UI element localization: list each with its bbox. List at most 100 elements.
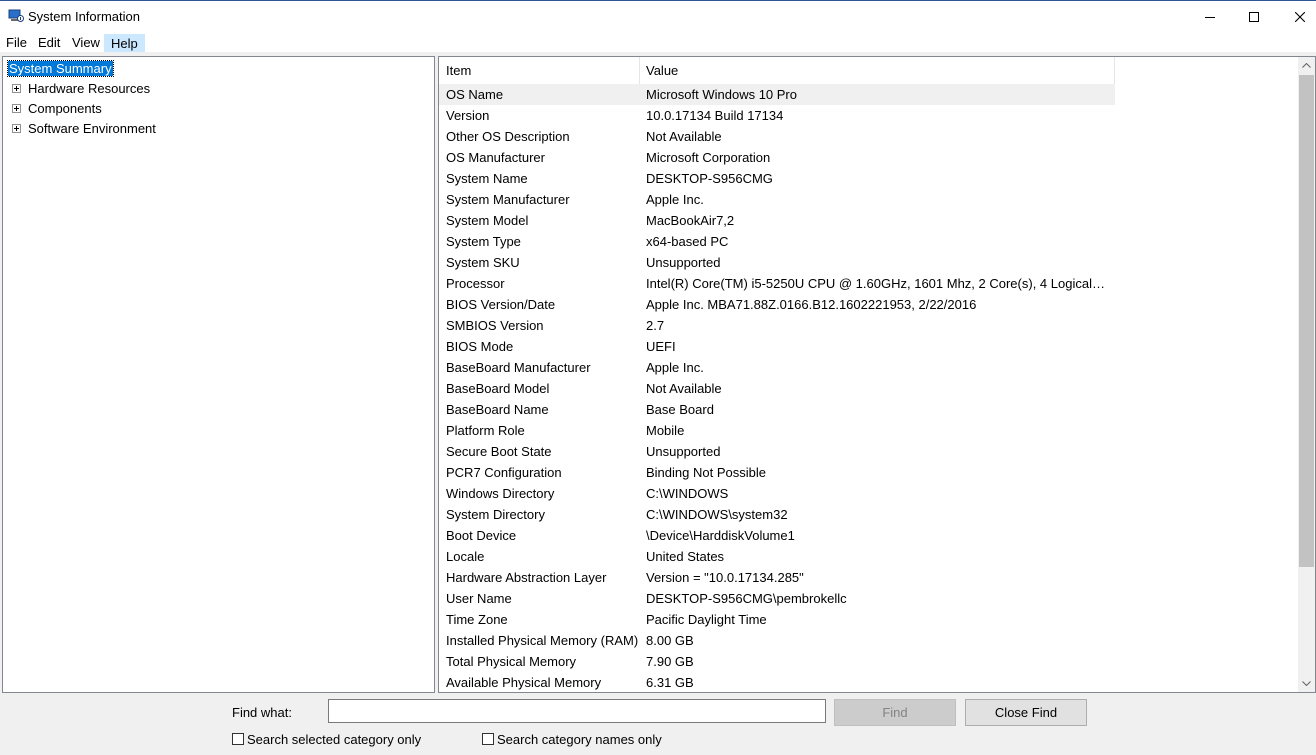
scroll-down-button[interactable] — [1298, 675, 1315, 692]
scroll-up-button[interactable] — [1298, 57, 1315, 74]
column-header-item[interactable]: Item — [446, 63, 471, 78]
table-row[interactable]: System Manufacturer Apple Inc. — [439, 189, 1115, 210]
menu-edit[interactable]: Edit — [32, 34, 66, 52]
chevron-up-icon — [1302, 63, 1311, 68]
find-what-label: Find what: — [232, 705, 292, 720]
category-tree[interactable]: System Summary Hardware Resources Compon… — [2, 56, 435, 693]
cell-value: Unsupported — [646, 255, 721, 270]
cell-item: BIOS Mode — [446, 339, 514, 354]
close-icon — [1295, 11, 1305, 22]
cell-value: Apple Inc. — [646, 192, 704, 207]
menu-help[interactable]: Help — [104, 34, 145, 52]
table-row[interactable]: SMBIOS Version 2.7 — [439, 315, 1115, 336]
cell-item: OS Manufacturer — [446, 150, 545, 165]
vertical-scrollbar[interactable] — [1298, 57, 1315, 692]
cell-item: Secure Boot State — [446, 444, 552, 459]
cell-item: SMBIOS Version — [446, 318, 544, 333]
tree-item-system-summary[interactable]: System Summary — [7, 60, 114, 78]
table-row[interactable]: System Model MacBookAir7,2 — [439, 210, 1115, 231]
maximize-button[interactable] — [1231, 1, 1277, 32]
cell-value: Not Available — [646, 381, 722, 396]
details-list[interactable]: Item Value OS Name Microsoft Windows 10 P… — [438, 56, 1316, 693]
search-category-names-checkbox[interactable]: Search category names only — [482, 731, 662, 747]
maximize-icon — [1249, 11, 1259, 22]
column-header-value[interactable]: Value — [646, 63, 678, 78]
table-row[interactable]: Processor Intel(R) Core(TM) i5-5250U CPU … — [439, 273, 1115, 294]
cell-item: BaseBoard Model — [446, 381, 550, 396]
table-row[interactable]: Version 10.0.17134 Build 17134 — [439, 105, 1115, 126]
cell-item: OS Name — [446, 87, 504, 102]
cell-value: Base Board — [646, 402, 714, 417]
checkbox-label: Search category names only — [497, 731, 662, 747]
list-header: Item Value — [439, 57, 1115, 85]
find-button[interactable]: Find — [834, 699, 956, 726]
table-row[interactable]: OS Name Microsoft Windows 10 Pro — [439, 84, 1115, 105]
table-row[interactable]: System Directory C:\WINDOWS\system32 — [439, 504, 1115, 525]
minimize-button[interactable] — [1187, 1, 1233, 32]
table-row[interactable]: User Name DESKTOP-S956CMG\pembrokellc — [439, 588, 1115, 609]
menu-view[interactable]: View — [66, 34, 106, 52]
table-row[interactable]: Windows Directory C:\WINDOWS — [439, 483, 1115, 504]
column-divider[interactable] — [639, 57, 640, 84]
table-row[interactable]: Platform Role Mobile — [439, 420, 1115, 441]
expand-plus-icon[interactable] — [12, 104, 21, 113]
table-row[interactable]: Locale United States — [439, 546, 1115, 567]
cell-item: Processor — [446, 276, 505, 291]
table-row[interactable]: OS Manufacturer Microsoft Corporation — [439, 147, 1115, 168]
table-row[interactable]: System Type x64-based PC — [439, 231, 1115, 252]
table-row[interactable]: Secure Boot State Unsupported — [439, 441, 1115, 462]
table-row[interactable]: BaseBoard Manufacturer Apple Inc. — [439, 357, 1115, 378]
cell-value: 2.7 — [646, 318, 665, 333]
find-bar: Find what: Find Close Find Search select… — [0, 695, 1316, 755]
cell-item: Other OS Description — [446, 129, 570, 144]
table-row[interactable]: BaseBoard Model Not Available — [439, 378, 1115, 399]
menu-file[interactable]: File — [0, 34, 33, 52]
table-row[interactable]: Hardware Abstraction Layer Version = "10.… — [439, 567, 1115, 588]
table-row[interactable]: Boot Device \Device\HarddiskVolume1 — [439, 525, 1115, 546]
tree-item-hardware-resources[interactable]: Hardware Resources — [12, 80, 150, 98]
table-row[interactable]: Installed Physical Memory (RAM) 8.00 GB — [439, 630, 1115, 651]
close-find-button[interactable]: Close Find — [965, 699, 1087, 726]
table-row[interactable]: BIOS Mode UEFI — [439, 336, 1115, 357]
table-row[interactable]: System Name DESKTOP-S956CMG — [439, 168, 1115, 189]
cell-item: Platform Role — [446, 423, 525, 438]
table-row[interactable]: BIOS Version/Date Apple Inc. MBA71.88Z.01… — [439, 294, 1115, 315]
checkbox-box[interactable] — [232, 733, 244, 745]
cell-value: UEFI — [646, 339, 676, 354]
cell-value: C:\WINDOWS\system32 — [646, 507, 788, 522]
cell-item: Installed Physical Memory (RAM) — [446, 633, 639, 648]
cell-item: BIOS Version/Date — [446, 297, 556, 312]
cell-value: Not Available — [646, 129, 722, 144]
search-selected-category-checkbox[interactable]: Search selected category only — [232, 731, 421, 747]
cell-item: Hardware Abstraction Layer — [446, 570, 607, 585]
table-row[interactable]: Available Physical Memory 6.31 GB — [439, 672, 1115, 692]
expand-plus-icon[interactable] — [12, 84, 21, 93]
table-row[interactable]: BaseBoard Name Base Board — [439, 399, 1115, 420]
tree-item-label: Components — [28, 101, 102, 116]
table-row[interactable]: Total Physical Memory 7.90 GB — [439, 651, 1115, 672]
cell-value: Mobile — [646, 423, 685, 438]
scroll-thumb[interactable] — [1299, 75, 1314, 567]
find-what-input[interactable] — [328, 699, 826, 723]
table-row[interactable]: Other OS Description Not Available — [439, 126, 1115, 147]
tree-item-components[interactable]: Components — [12, 100, 102, 118]
cell-item: Version — [446, 108, 490, 123]
column-divider[interactable] — [1114, 57, 1115, 84]
cell-item: Total Physical Memory — [446, 654, 577, 669]
checkbox-box[interactable] — [482, 733, 494, 745]
cell-value: \Device\HarddiskVolume1 — [646, 528, 795, 543]
close-button[interactable] — [1277, 1, 1316, 32]
menu-bar: File Edit View Help — [0, 32, 1316, 52]
cell-value: United States — [646, 549, 725, 564]
system-information-icon — [8, 9, 24, 22]
cell-value: 8.00 GB — [646, 633, 694, 648]
table-row[interactable]: System SKU Unsupported — [439, 252, 1115, 273]
window-title: System Information — [28, 9, 140, 24]
tree-item-software-environment[interactable]: Software Environment — [12, 120, 156, 138]
cell-item: User Name — [446, 591, 512, 606]
table-row[interactable]: PCR7 Configuration Binding Not Possible — [439, 462, 1115, 483]
chevron-down-icon — [1302, 681, 1311, 686]
cell-item: System Manufacturer — [446, 192, 570, 207]
table-row[interactable]: Time Zone Pacific Daylight Time — [439, 609, 1115, 630]
expand-plus-icon[interactable] — [12, 124, 21, 133]
